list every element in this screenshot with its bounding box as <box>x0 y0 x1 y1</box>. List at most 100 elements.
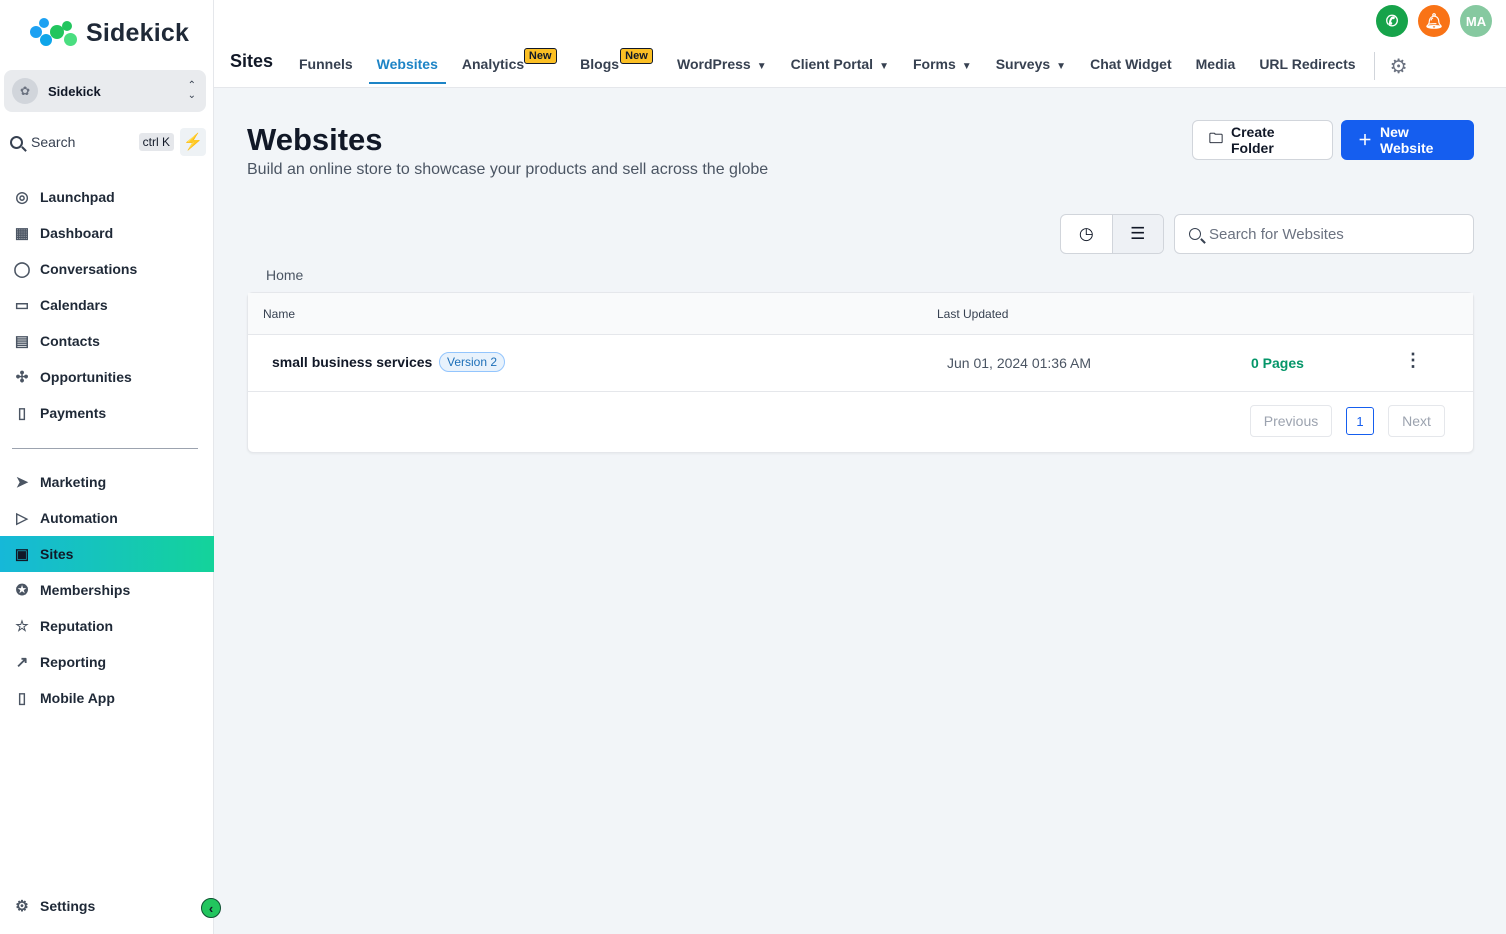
user-avatar[interactable]: MA <box>1460 5 1492 37</box>
payments-icon: ▯ <box>17 405 27 422</box>
sidebar-item-label: Marketing <box>40 474 107 490</box>
list-view-button[interactable]: ☰ <box>1111 215 1163 253</box>
sidebar-search[interactable]: Search ctrl K <box>4 128 178 156</box>
tab-url-redirects[interactable]: URL Redirects <box>1247 46 1367 84</box>
sidebar-item-dashboard[interactable]: ▦ Dashboard <box>0 215 214 251</box>
tab-label: Forms <box>912 56 956 72</box>
section-title: Sites <box>230 51 274 71</box>
tab-wordpress[interactable]: WordPress ▼ <box>665 46 779 84</box>
tab-funnels[interactable]: Funnels <box>287 46 365 84</box>
tab-client-portal[interactable]: Client Portal ▼ <box>779 46 901 84</box>
logo-text: Sidekick <box>86 18 190 47</box>
previous-page-button[interactable]: Previous <box>1250 405 1332 437</box>
sidebar-search-label: Search <box>31 134 76 150</box>
contacts-icon: ▤ <box>14 333 30 350</box>
send-icon: ➤ <box>15 474 29 491</box>
calendar-icon: ▭ <box>14 297 30 314</box>
tab-label: URL Redirects <box>1259 56 1356 72</box>
tab-websites[interactable]: Websites <box>365 46 450 84</box>
more-options-icon[interactable]: ⋮ <box>1404 350 1422 371</box>
tab-surveys[interactable]: Surveys ▼ <box>984 46 1078 84</box>
new-website-label: New Website <box>1380 124 1434 156</box>
mobile-icon: ▯ <box>17 690 27 707</box>
gear-icon: ⚙ <box>1389 55 1408 78</box>
sidebar-item-mobile-app[interactable]: ▯ Mobile App <box>0 680 214 716</box>
search-icon <box>10 135 23 149</box>
tab-label: Websites <box>376 56 438 72</box>
sidebar-item-label: Settings <box>40 898 96 914</box>
account-switcher[interactable]: ✿ Sidekick ⌃ ⌄ <box>4 70 206 112</box>
bell-icon: 🔔︎ <box>1424 13 1444 30</box>
sidebar-item-label: Sites <box>40 546 74 562</box>
recent-view-button[interactable]: ◷ <box>1061 215 1112 253</box>
sidebar-item-label: Contacts <box>40 333 100 349</box>
sidebar: Sidekick ✿ Sidekick ⌃ ⌄ Search ctrl K ⚡ ◎… <box>0 0 214 934</box>
new-website-button[interactable]: ＋ New Website <box>1341 120 1474 160</box>
create-folder-button[interactable]: 🗀 Create Folder <box>1192 120 1333 160</box>
tab-forms[interactable]: Forms ▼ <box>901 46 984 84</box>
websites-table: Name Last Updated small business service… <box>247 292 1474 453</box>
sidebar-settings-wrap: ⚙ Settings <box>0 888 214 924</box>
sidebar-item-memberships[interactable]: ✪ Memberships <box>0 572 214 608</box>
tab-label: Funnels <box>299 56 353 72</box>
chevron-down-icon: ▼ <box>879 61 889 72</box>
sidebar-item-conversations[interactable]: ◯ Conversations <box>0 251 214 287</box>
sidebar-item-sites[interactable]: ▣ Sites <box>0 536 214 572</box>
section-tabs: Funnels Websites Analytics New Blogs New W… <box>287 46 1413 84</box>
chevron-left-icon: ‹ <box>208 900 214 916</box>
next-page-button[interactable]: Next <box>1388 405 1445 437</box>
account-name: Sidekick <box>48 83 101 99</box>
last-updated-value: Jun 01, 2024 01:36 AM <box>947 355 1091 371</box>
sidebar-item-payments[interactable]: ▯ Payments <box>0 395 214 431</box>
sidebar-item-automation[interactable]: ▷ Automation <box>0 500 214 536</box>
sites-settings-button[interactable]: ⚙ <box>1385 52 1413 80</box>
breadcrumb[interactable]: Home <box>266 267 303 283</box>
phone-icon: ✆ <box>1385 13 1399 30</box>
table-row[interactable]: small business services Version 2 Jun 01… <box>248 335 1473 392</box>
user-initials: MA <box>1465 13 1487 29</box>
notifications-button[interactable]: 🔔︎ <box>1418 5 1450 37</box>
tab-chat-widget[interactable]: Chat Widget <box>1078 46 1184 84</box>
dashboard-icon: ▦ <box>14 225 30 242</box>
table-header: Name Last Updated <box>248 293 1473 335</box>
tab-label: Surveys <box>995 56 1051 72</box>
tab-separator <box>1373 52 1375 80</box>
page-subtitle: Build an online store to showcase your p… <box>247 161 769 178</box>
star-icon: ☆ <box>15 618 29 635</box>
sidebar-item-reputation[interactable]: ☆ Reputation <box>0 608 214 644</box>
tab-media[interactable]: Media <box>1184 46 1248 84</box>
column-header-name: Name <box>263 307 296 321</box>
top-nav-bar: Sites Funnels Websites Analytics New Blog… <box>214 0 1506 88</box>
tab-blogs[interactable]: Blogs New <box>568 46 665 84</box>
sidebar-item-label: Payments <box>40 405 107 421</box>
pagination: Previous 1 Next <box>1250 405 1445 437</box>
pages-count-link[interactable]: 0 Pages <box>1251 355 1304 371</box>
sidebar-item-label: Launchpad <box>40 189 115 205</box>
header-actions: ✆ 🔔︎ MA <box>1376 5 1492 37</box>
sidebar-item-label: Reporting <box>40 654 107 670</box>
search-shortcut: ctrl K <box>138 133 174 151</box>
sidebar-item-calendars[interactable]: ▭ Calendars <box>0 287 214 323</box>
lightning-icon: ⚡ <box>183 134 203 151</box>
chat-bubble-icon: ◯ <box>13 261 31 278</box>
view-toggle: ◷ ☰ <box>1060 214 1164 254</box>
page-number-current[interactable]: 1 <box>1346 407 1374 435</box>
quick-actions-button[interactable]: ⚡ <box>180 128 206 156</box>
phone-button[interactable]: ✆ <box>1376 5 1408 37</box>
tab-label: Client Portal <box>790 56 874 72</box>
sidebar-item-settings[interactable]: ⚙ Settings <box>0 888 214 924</box>
sidebar-item-label: Opportunities <box>40 369 132 385</box>
sites-icon: ▣ <box>14 546 30 563</box>
tab-analytics[interactable]: Analytics New <box>450 46 568 84</box>
sidebar-item-label: Automation <box>40 510 118 526</box>
sidekick-logo[interactable]: Sidekick <box>30 16 189 50</box>
website-name[interactable]: small business services <box>272 354 432 370</box>
sidebar-item-launchpad[interactable]: ◎ Launchpad <box>0 179 214 215</box>
sidebar-item-marketing[interactable]: ➤ Marketing <box>0 464 214 500</box>
sidebar-item-opportunities[interactable]: ✣ Opportunities <box>0 359 214 395</box>
sidebar-item-contacts[interactable]: ▤ Contacts <box>0 323 214 359</box>
sidebar-item-reporting[interactable]: ↗ Reporting <box>0 644 214 680</box>
chevron-down-icon: ▼ <box>1056 61 1067 72</box>
sidebar-item-label: Reputation <box>40 618 114 634</box>
website-search-input[interactable] <box>1209 225 1459 243</box>
